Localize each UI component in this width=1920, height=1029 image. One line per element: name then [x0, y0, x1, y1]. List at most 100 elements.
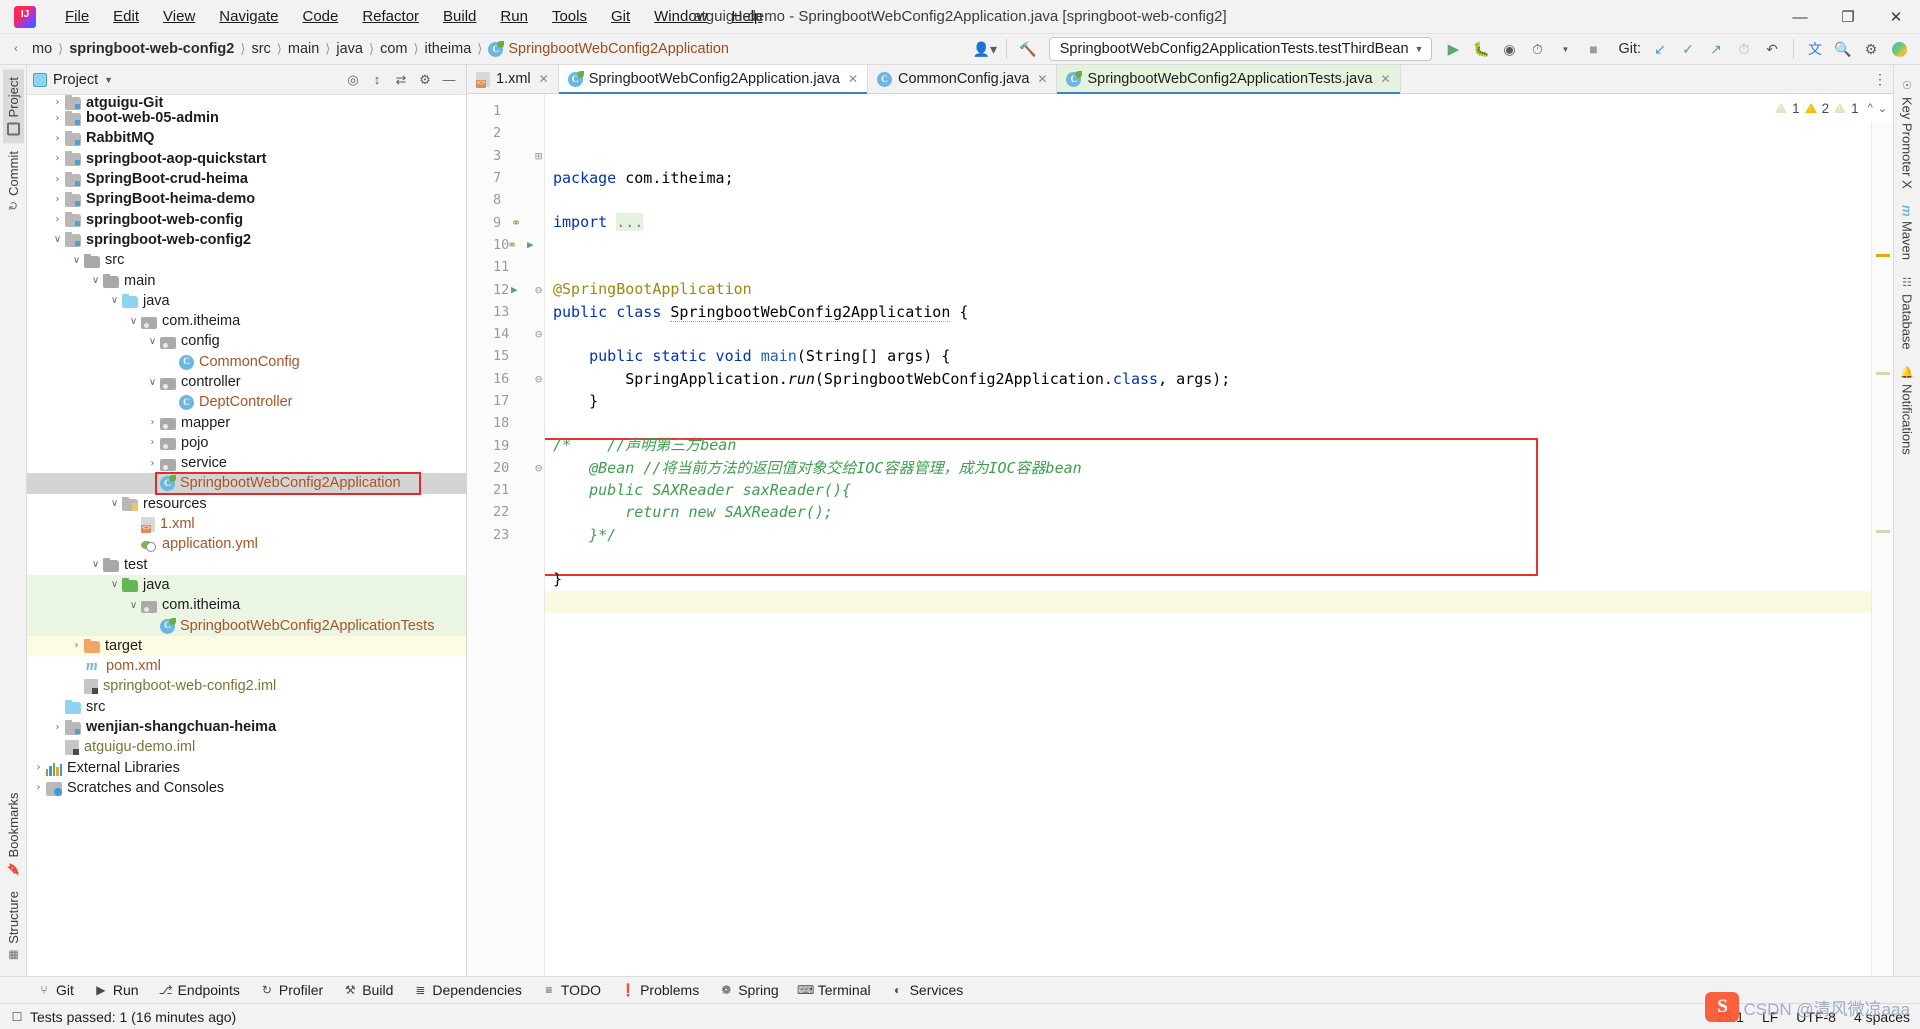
search-icon[interactable]: 🔍 — [1830, 37, 1856, 61]
tool-window-services[interactable]: ◐ Services — [882, 980, 973, 1000]
rail-tab-key-promoter[interactable]: ☉ Key Promoter X — [1897, 71, 1918, 197]
code-line[interactable]: @SpringBootApplication — [545, 278, 1871, 300]
breadcrumb-item-6[interactable]: itheima — [421, 39, 476, 59]
tree-node[interactable]: ›mpom.xml — [27, 656, 466, 676]
tree-node[interactable]: ›CSpringbootWebConfig2ApplicationTests — [27, 615, 466, 636]
menu-run[interactable]: Run — [489, 4, 539, 29]
menu-code[interactable]: Code — [291, 4, 349, 29]
tree-node[interactable]: ›CSpringbootWebConfig2Application — [27, 472, 466, 495]
chevron-down-icon[interactable]: ∨ — [69, 255, 84, 266]
breadcrumb-item-0[interactable]: mo — [28, 39, 56, 59]
editor-tab-bar[interactable]: 1.xml✕CSpringbootWebConfig2Application.j… — [467, 65, 1893, 94]
code-line[interactable] — [545, 256, 1871, 278]
tree-node[interactable]: ∨ com.itheima — [27, 311, 466, 331]
inspection-mark[interactable] — [1876, 254, 1890, 257]
tree-node[interactable]: ›application.yml — [27, 534, 466, 554]
build-hammer-icon[interactable]: 🔨 — [1015, 37, 1041, 61]
tree-node[interactable]: › SpringBoot-crud-heima — [27, 169, 466, 189]
tree-node[interactable]: ›CCommonConfig — [27, 352, 466, 372]
chevron-right-icon[interactable]: › — [50, 174, 65, 185]
tree-node[interactable]: ›1.xml — [27, 514, 466, 534]
chevron-right-icon[interactable]: › — [50, 97, 65, 108]
breadcrumb-item-4[interactable]: java — [332, 39, 367, 59]
tree-node[interactable]: ∨ controller — [27, 372, 466, 392]
tree-node[interactable]: › service — [27, 453, 466, 473]
line-separator[interactable]: LF — [1762, 1009, 1778, 1025]
chevron-right-icon[interactable]: › — [50, 113, 65, 124]
tree-node[interactable]: ∨ java — [27, 291, 466, 311]
close-icon[interactable]: ✕ — [539, 72, 549, 86]
inspection-summary[interactable]: 1 2 1 ^ ⌄ — [1775, 94, 1893, 122]
tree-node[interactable]: › target — [27, 635, 466, 657]
breadcrumb-item-5[interactable]: com — [376, 39, 411, 59]
tool-window-terminal[interactable]: ⌨ Terminal — [790, 980, 880, 1000]
chevron-right-icon[interactable]: › — [31, 762, 46, 773]
code-line[interactable] — [545, 412, 1871, 434]
more-tabs-icon[interactable]: ⋮ — [1873, 71, 1887, 88]
git-history-clock-icon[interactable]: ⏱ — [1731, 37, 1757, 61]
stop-square-icon[interactable]: ■ — [1580, 37, 1606, 61]
gutter-line[interactable]: 12 ▶ ⊖ — [467, 278, 544, 300]
chevron-right-icon[interactable]: › — [31, 782, 46, 793]
run-play-icon[interactable]: ▶ — [1440, 37, 1466, 61]
tree-node[interactable]: › RabbitMQ — [27, 128, 466, 148]
minimize-button[interactable]: — — [1776, 0, 1824, 34]
gutter-line[interactable]: 16 ⊖ — [467, 368, 544, 390]
close-button[interactable]: ✕ — [1872, 0, 1920, 34]
code-line[interactable] — [545, 323, 1871, 345]
tree-node[interactable]: ∨ test — [27, 555, 466, 575]
tree-node[interactable]: › springboot-web-config — [27, 209, 466, 229]
chevron-right-icon[interactable]: › — [50, 153, 65, 164]
collapse-all-icon[interactable]: ↕ — [366, 69, 388, 91]
menu-git[interactable]: Git — [600, 4, 641, 29]
git-commit-check-icon[interactable]: ✓ — [1675, 37, 1701, 61]
code-line[interactable]: }*/ — [545, 524, 1871, 546]
inspection-gutter[interactable] — [1871, 94, 1893, 976]
code-content[interactable]: package com.itheima; import ... @SpringBoo… — [545, 94, 1871, 976]
tree-node[interactable]: ∨ config — [27, 331, 466, 351]
gutter-line[interactable]: 23 — [467, 524, 544, 546]
tool-window-todo[interactable]: ≡ TODO — [533, 980, 610, 1000]
chevron-down-icon[interactable]: ∨ — [126, 600, 141, 611]
rail-tab-commit[interactable]: ↻ Commit — [3, 143, 24, 219]
tree-node[interactable]: › atguigu-Git — [27, 95, 466, 111]
chevron-up-icon[interactable]: ^ — [1868, 102, 1873, 114]
chevron-right-icon[interactable]: › — [145, 458, 160, 469]
rail-tab-notifications[interactable]: 🔔 Notifications — [1897, 358, 1918, 463]
gutter-line[interactable]: 3 ⊞ — [467, 145, 544, 167]
rail-tab-project[interactable]: Project — [2, 69, 24, 144]
chevron-down-icon[interactable]: ∨ — [145, 377, 160, 388]
code-line[interactable]: import ... — [545, 211, 1871, 233]
chevron-right-icon[interactable]: › — [50, 194, 65, 205]
select-opened-file-icon[interactable]: ◎ — [342, 69, 364, 91]
git-push-icon[interactable]: ↗ — [1703, 37, 1729, 61]
gutter-line[interactable]: 9 ⚭ — [467, 211, 544, 233]
gutter-line[interactable]: 15 — [467, 345, 544, 367]
tree-node[interactable]: ∨ springboot-web-config2 — [27, 230, 466, 250]
expand-all-icon[interactable]: ⇄ — [390, 69, 412, 91]
tree-node[interactable]: › mapper — [27, 412, 466, 432]
tool-window-git[interactable]: ⑂ Git — [28, 980, 83, 1000]
tree-node[interactable]: › External Libraries — [27, 758, 466, 778]
tool-window-bar[interactable]: ⑂ Git ▶ Run ⎇ Endpoints ↻ Profiler ⚒ Build ≣ Depend… — [0, 976, 1920, 1003]
code-line[interactable] — [545, 590, 1871, 613]
gutter-line[interactable]: 18 — [467, 412, 544, 434]
tree-node[interactable]: ∨ com.itheima — [27, 595, 466, 616]
gear-icon[interactable]: ⚙ — [414, 69, 436, 91]
gutter-line[interactable]: 8 — [467, 189, 544, 211]
code-line[interactable] — [545, 189, 1871, 211]
inspection-mark[interactable] — [1876, 372, 1890, 375]
gutter-line[interactable]: 10 ⚭ ▶ — [467, 234, 544, 256]
editor-tab[interactable]: C SpringbootWebConfig2Application.java ✕ — [558, 65, 869, 94]
user-avatar-icon[interactable]: 👤▾ — [972, 37, 998, 61]
tree-node[interactable]: ›src — [27, 697, 466, 717]
code-line[interactable]: public SAXReader saxReader(){ — [545, 479, 1871, 501]
chevron-down-icon[interactable]: ▼ — [104, 75, 113, 85]
tree-node[interactable]: ›atguigu-demo.iml — [27, 737, 466, 757]
code-fold-icon[interactable]: ⊖ — [535, 283, 542, 297]
caret-position[interactable]: 23:1 — [1717, 1009, 1744, 1025]
run-with-coverage-icon[interactable]: ◉ — [1496, 37, 1522, 61]
tool-window-build[interactable]: ⚒ Build — [334, 980, 402, 1000]
nav-collapse-icon[interactable]: ‹ — [4, 43, 28, 55]
undo-arrow-icon[interactable]: ↶ — [1759, 37, 1785, 61]
